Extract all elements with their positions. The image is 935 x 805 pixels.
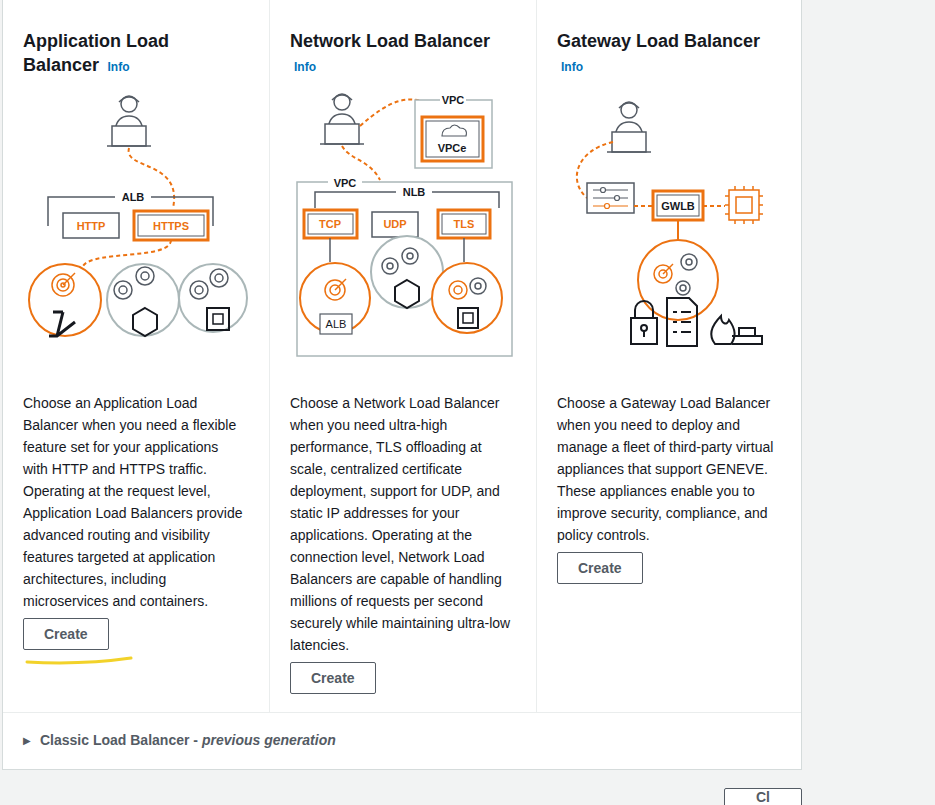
nlb-label: NLB bbox=[403, 186, 426, 198]
create-gwlb-button[interactable]: Create bbox=[557, 552, 643, 584]
alb-diagram: ALB HTTP HTTPS bbox=[23, 90, 268, 370]
vpce-box: VPCe bbox=[438, 142, 467, 154]
https-box: HTTPS bbox=[153, 220, 189, 232]
card-title: Application Load Balancer bbox=[23, 31, 169, 75]
info-link[interactable]: Info bbox=[108, 60, 130, 74]
classic-load-balancer-toggle[interactable]: ▶ Classic Load Balancer - previous gener… bbox=[3, 712, 801, 769]
nlb-diagram: VPC VPCe VPC NLB TCP UDP bbox=[290, 90, 535, 370]
tcp-box: TCP bbox=[319, 218, 341, 230]
expand-arrow-icon[interactable]: ▶ bbox=[23, 733, 31, 748]
card-title: Gateway Load Balancer bbox=[557, 31, 760, 51]
create-alb-button[interactable]: Create bbox=[23, 618, 109, 650]
vpc-label: VPC bbox=[442, 94, 465, 106]
classic-label[interactable]: Classic Load Balancer - bbox=[40, 730, 198, 751]
card-title: Network Load Balancer bbox=[290, 31, 490, 51]
alb-box: ALB bbox=[326, 318, 347, 330]
footer-button[interactable]: Cl bbox=[724, 788, 802, 805]
alb-label: ALB bbox=[122, 191, 145, 203]
http-box: HTTP bbox=[77, 220, 106, 232]
highlight-underline bbox=[23, 654, 135, 666]
create-nlb-button[interactable]: Create bbox=[290, 662, 376, 694]
alb-card: Application Load Balancer Info ALB bbox=[3, 0, 269, 712]
info-link[interactable]: Info bbox=[294, 60, 316, 74]
card-description: Choose an Application Load Balancer when… bbox=[23, 392, 249, 612]
gwlb-card: Gateway Load Balancer Info bbox=[536, 0, 801, 712]
card-description: Choose a Network Load Balancer when you … bbox=[290, 392, 516, 656]
nlb-card: Network Load Balancer Info VPC bbox=[269, 0, 536, 712]
tls-box: TLS bbox=[454, 218, 475, 230]
udp-box: UDP bbox=[383, 218, 406, 230]
gwlb-box: GWLB bbox=[661, 200, 695, 212]
load-balancer-types-panel: Application Load Balancer Info ALB bbox=[2, 0, 802, 770]
gwlb-diagram: GWLB bbox=[557, 90, 802, 370]
card-description: Choose a Gateway Load Balancer when you … bbox=[557, 392, 781, 546]
info-link[interactable]: Info bbox=[561, 60, 583, 74]
vpc-label: VPC bbox=[334, 177, 357, 189]
classic-label-em[interactable]: previous generation bbox=[202, 730, 336, 751]
